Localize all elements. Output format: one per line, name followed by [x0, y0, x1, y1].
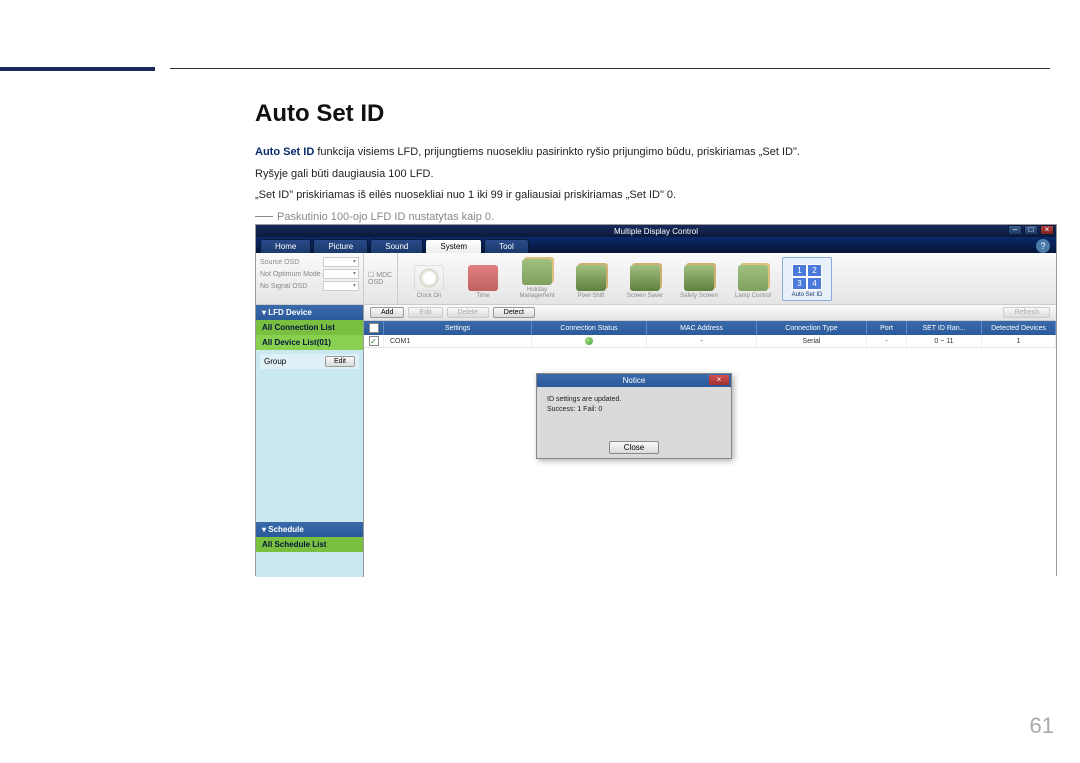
tab-tool[interactable]: Tool	[484, 239, 529, 253]
col-setid-range[interactable]: SET ID Ran...	[907, 321, 982, 335]
cell-connection-status	[532, 335, 647, 347]
osd-row: Not Optimum Mode OSD	[260, 269, 359, 279]
note-line: Paskutinio 100-ojo LFD ID nustatytas kai…	[255, 211, 1040, 223]
maximize-button[interactable]: □	[1024, 225, 1038, 235]
col-settings[interactable]: Settings	[384, 321, 532, 335]
note-dash-icon	[255, 216, 273, 217]
tab-bar: Home Picture Sound System Tool ?	[256, 237, 1056, 253]
cell-range: 0 ~ 11	[907, 335, 982, 347]
dialog-line-1: ID settings are updated.	[547, 395, 721, 405]
combo-source-osd[interactable]	[323, 257, 359, 267]
side-accent-bar	[0, 67, 155, 71]
sidebar-lfd-header[interactable]: LFD Device	[256, 305, 363, 320]
dialog-body: ID settings are updated. Success: 1 Fail…	[537, 387, 731, 437]
osd-row: No Signal OSD	[260, 281, 359, 291]
sidebar-group-list: Group Edit	[256, 350, 363, 522]
mdc-osd-checkbox[interactable]: MDC OSD	[368, 271, 393, 286]
minimize-button[interactable]: –	[1008, 225, 1022, 235]
dialog-close-icon[interactable]: ×	[709, 375, 729, 385]
close-button[interactable]: ×	[1040, 225, 1054, 235]
dialog-line-2: Success: 1 Fail: 0	[547, 405, 721, 415]
bold-term: Auto Set ID	[255, 146, 314, 158]
window-controls: – □ ×	[1008, 225, 1054, 235]
cell-detected: 1	[982, 335, 1056, 347]
page-rule	[170, 68, 1050, 69]
main-panel: Add Edit Delete Detect Refresh Settings …	[364, 305, 1056, 577]
refresh-button[interactable]: Refresh	[1003, 307, 1050, 318]
sidebar-group-row[interactable]: Group Edit	[260, 354, 359, 369]
sidebar-all-connection[interactable]: All Connection List	[256, 320, 363, 335]
mdc-osd-group: MDC OSD	[364, 253, 398, 304]
app-title: Multiple Display Control	[614, 227, 698, 236]
group-edit-button[interactable]: Edit	[325, 356, 355, 367]
tab-system[interactable]: System	[425, 239, 482, 253]
cell-port: -	[867, 335, 907, 347]
safety-screen-icon[interactable]: Safety Screen	[674, 257, 724, 301]
toolbar-icons: Clock OnTimeHoliday ManagementPixel Shif…	[398, 253, 1056, 304]
auto-set-id-icon[interactable]: 1234Auto Set ID	[782, 257, 832, 301]
dialog-footer: Close	[537, 437, 731, 458]
help-button[interactable]: ?	[1036, 239, 1050, 253]
cell-type: Serial	[757, 335, 867, 347]
page-number: 61	[1030, 713, 1054, 739]
dialog-close-button[interactable]: Close	[609, 441, 659, 454]
row-checkbox[interactable]: ✓	[369, 336, 379, 346]
time-icon[interactable]: Time	[458, 257, 508, 301]
app-window: Multiple Display Control – □ × Home Pict…	[255, 224, 1057, 576]
edit-button[interactable]: Edit	[408, 307, 442, 318]
osd-group: Source OSD Not Optimum Mode OSD No Signa…	[256, 253, 364, 304]
delete-button[interactable]: Delete	[447, 307, 489, 318]
grid-header: Settings Connection Status MAC Address C…	[364, 321, 1056, 335]
paragraph-2: Ryšyje gali būti daugiausia 100 LFD.	[255, 166, 1040, 184]
col-check[interactable]	[364, 321, 384, 335]
lamp-control-icon[interactable]: Lamp Control	[728, 257, 778, 301]
page-title: Auto Set ID	[255, 100, 1040, 128]
pixel-shift-icon[interactable]: Pixel Shift	[566, 257, 616, 301]
add-button[interactable]: Add	[370, 307, 404, 318]
action-bar: Add Edit Delete Detect Refresh	[364, 305, 1056, 321]
col-connection-status[interactable]: Connection Status	[532, 321, 647, 335]
col-port[interactable]: Port	[867, 321, 907, 335]
sidebar-all-schedule[interactable]: All Schedule List	[256, 537, 363, 552]
clock-on-icon[interactable]: Clock On	[404, 257, 454, 301]
holiday-icon[interactable]: Holiday Management	[512, 257, 562, 301]
tab-picture[interactable]: Picture	[313, 239, 368, 253]
cell-settings: COM1	[384, 335, 532, 347]
osd-row: Source OSD	[260, 257, 359, 267]
dialog-titlebar[interactable]: Notice ×	[537, 374, 731, 387]
table-row[interactable]: ✓ COM1 - Serial - 0 ~ 11 1	[364, 335, 1056, 348]
body-area: LFD Device All Connection List All Devic…	[256, 305, 1056, 577]
detect-button[interactable]: Detect	[493, 307, 535, 318]
paragraph-1: Auto Set ID funkcija visiems LFD, prijun…	[255, 144, 1040, 162]
tab-home[interactable]: Home	[260, 239, 311, 253]
paragraph-3: „Set ID" priskiriamas iš eilės nuoseklia…	[255, 187, 1040, 205]
col-detected[interactable]: Detected Devices	[982, 321, 1056, 335]
toolbar: Source OSD Not Optimum Mode OSD No Signa…	[256, 253, 1056, 305]
sidebar-schedule-header[interactable]: Schedule	[256, 522, 363, 537]
cell-mac: -	[647, 335, 757, 347]
app-titlebar[interactable]: Multiple Display Control – □ ×	[256, 225, 1056, 237]
document-content: Auto Set ID Auto Set ID funkcija visiems…	[255, 100, 1040, 223]
screen-saver-icon[interactable]: Screen Saver	[620, 257, 670, 301]
sidebar-all-device[interactable]: All Device List(01)	[256, 335, 363, 350]
sidebar: LFD Device All Connection List All Devic…	[256, 305, 364, 577]
combo-nosignal-osd[interactable]	[323, 281, 359, 291]
notice-dialog: Notice × ID settings are updated. Succes…	[536, 373, 732, 459]
combo-notopt-osd[interactable]	[323, 269, 359, 279]
status-dot-icon	[585, 337, 593, 345]
col-connection-type[interactable]: Connection Type	[757, 321, 867, 335]
tab-sound[interactable]: Sound	[370, 239, 423, 253]
col-mac[interactable]: MAC Address	[647, 321, 757, 335]
